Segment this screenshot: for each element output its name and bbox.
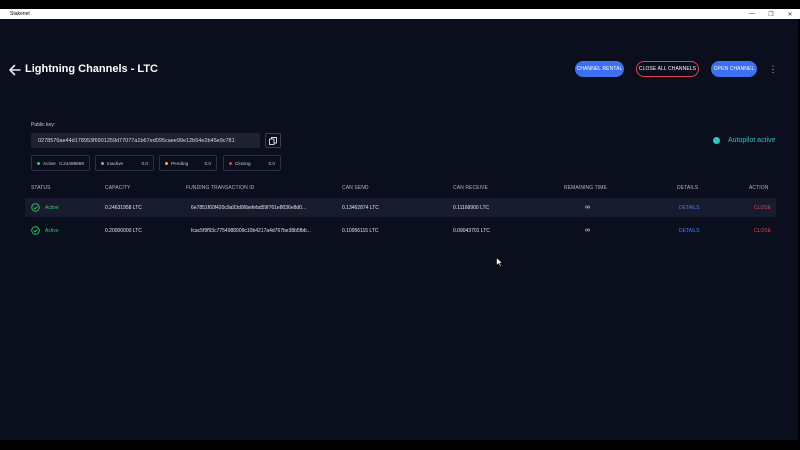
- can-send-cell: 0.13462874 LTC: [342, 204, 379, 211]
- status-text: Active: [45, 204, 59, 211]
- table-row[interactable]: Active 0.20000000 LTC fcac5f9f93c7754988…: [25, 221, 776, 240]
- autopilot-indicator: [713, 137, 720, 144]
- stat-value: 0.0: [268, 160, 275, 166]
- public-key-field[interactable]: 0278576ae44d178953f6901259d77077a1b67ed0…: [31, 133, 260, 148]
- funding-tx-cell[interactable]: fcac5f9f93c7754988909c10b4217a4d767be38b…: [191, 221, 311, 240]
- can-send-cell: 0.10956115 LTC: [342, 227, 379, 234]
- autopilot-status[interactable]: Autopilot active: [713, 137, 775, 144]
- column-header-funding-tx: FUNDING TRANSACTION ID: [186, 185, 255, 191]
- stat-label: Active: [43, 160, 56, 166]
- funding-tx-cell[interactable]: 6e7851f60f420c9a93d06befebd59f761e8036e8…: [191, 198, 306, 217]
- stat-active: Active 0.24498969: [31, 155, 90, 171]
- details-link[interactable]: DETAILS: [679, 221, 699, 240]
- close-window-button[interactable]: ✕: [781, 9, 799, 19]
- close-all-channels-button[interactable]: CLOSE ALL CHANNELS: [636, 61, 699, 77]
- can-receive-cell: 0.09043701 LTC: [453, 227, 490, 234]
- back-arrow-icon[interactable]: [8, 63, 22, 77]
- stat-label: Inactive: [107, 160, 124, 166]
- channel-rental-button[interactable]: CHANNEL RENTAL: [575, 61, 624, 77]
- close-channel-link[interactable]: CLOSE: [754, 198, 771, 217]
- stat-pending: Pending 0.0: [159, 155, 217, 171]
- column-header-details: DETAILS: [677, 185, 699, 191]
- remaining-time-cell: ∞: [585, 204, 590, 211]
- stat-inactive: Inactive 0.0: [95, 155, 154, 171]
- column-header-action: ACTION: [749, 185, 769, 191]
- check-circle-icon: [31, 203, 40, 212]
- stat-label: Pending: [171, 160, 189, 166]
- status-dot: [101, 161, 104, 165]
- open-channel-button[interactable]: OPEN CHANNEL: [711, 61, 757, 77]
- status-dot: [229, 161, 232, 165]
- details-link[interactable]: DETAILS: [679, 198, 699, 217]
- mouse-cursor-icon: [496, 257, 504, 267]
- status-dot: [165, 161, 168, 165]
- column-header-can-send: CAN SEND: [342, 185, 369, 191]
- more-options-icon[interactable]: ⋮: [768, 65, 778, 75]
- page-title: Lightning Channels - LTC: [25, 63, 158, 75]
- copy-button[interactable]: [265, 133, 281, 148]
- app-content: Lightning Channels - LTC CHANNEL RENTAL …: [0, 19, 798, 440]
- status-cell: Active: [31, 198, 59, 217]
- column-header-status: STATUS: [31, 185, 51, 191]
- autopilot-label: Autopilot active: [728, 137, 776, 144]
- window-title: Stakenet: [10, 11, 30, 17]
- stat-closing: Closing 0.0: [223, 155, 281, 171]
- column-header-capacity: CAPACITY: [105, 185, 131, 191]
- stat-value: 0.0: [204, 160, 211, 166]
- column-header-remaining-time: REMAINING TIME: [564, 185, 607, 191]
- can-receive-cell: 0.11168900 LTC: [453, 204, 490, 211]
- close-channel-link[interactable]: CLOSE: [754, 221, 771, 240]
- stat-value: 0.24498969: [59, 160, 84, 166]
- remaining-time-cell: ∞: [585, 227, 590, 234]
- copy-icon: [269, 136, 277, 145]
- stat-value: 0.0: [141, 160, 148, 166]
- capacity-cell: 0.24631958 LTC: [105, 204, 142, 211]
- restore-button[interactable]: ❐: [762, 9, 780, 19]
- status-dot: [37, 161, 40, 165]
- minimize-button[interactable]: —: [743, 9, 761, 19]
- status-cell: Active: [31, 221, 59, 240]
- stat-label: Closing: [235, 160, 251, 166]
- check-circle-icon: [31, 226, 40, 235]
- column-header-can-receive: CAN RECEIVE: [453, 185, 488, 191]
- app-window: Stakenet — ❐ ✕ Lightning Channels - LTC …: [0, 0, 800, 450]
- public-key-label: Public key:: [31, 122, 56, 128]
- status-text: Active: [45, 227, 59, 234]
- window-titlebar: Stakenet — ❐ ✕: [0, 9, 800, 19]
- table-row[interactable]: Active 0.24631958 LTC 6e7851f60f420c9a93…: [25, 198, 776, 217]
- capacity-cell: 0.20000000 LTC: [105, 227, 142, 234]
